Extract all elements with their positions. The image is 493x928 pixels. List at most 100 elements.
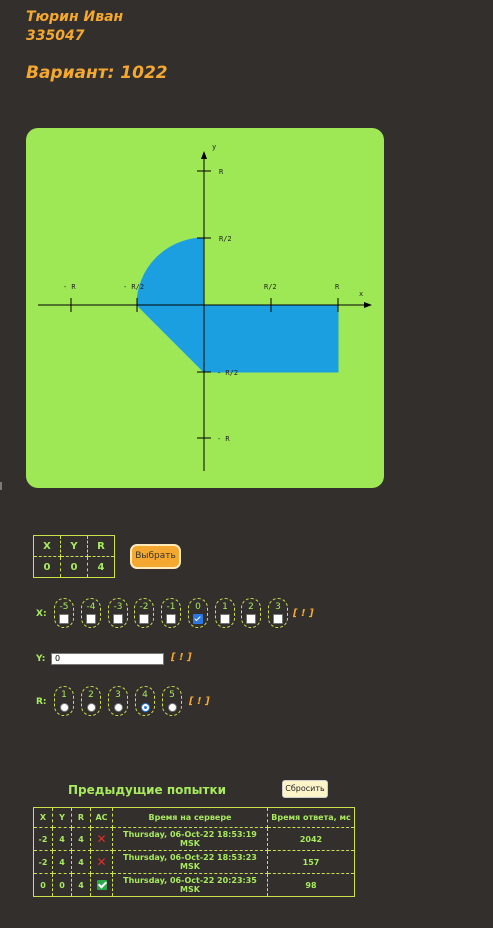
x-option[interactable]: -1	[161, 598, 181, 628]
r-radio[interactable]	[113, 703, 123, 712]
r-radio[interactable]	[140, 703, 150, 712]
r-label: R:	[36, 697, 47, 707]
x-label-neg-half-r: - R/2	[123, 283, 144, 291]
x-label-r: R	[335, 283, 340, 291]
x-option[interactable]: 1	[215, 598, 235, 628]
history-body: -2 4 4 ✕ Thursday, 06-Oct-22 18:53:19 MSK 204…	[33, 827, 355, 897]
x-option-label: 3	[275, 602, 281, 612]
x-checkbox[interactable]	[59, 614, 69, 624]
x-option-label: -4	[86, 602, 96, 612]
author-name: Тюрин Иван	[26, 9, 124, 25]
x-option-label: 2	[248, 602, 254, 612]
r-option[interactable]: 5	[162, 686, 182, 716]
history-cell-r: 4	[71, 873, 91, 897]
current-value-r: 4	[87, 556, 115, 578]
history-cell-y: 4	[52, 827, 72, 851]
history-cell-x: 0	[33, 873, 53, 897]
current-value-x: 0	[33, 556, 61, 578]
x-option-label: 1	[222, 602, 228, 612]
history-header-server-time: Время на сервере	[112, 807, 268, 828]
y-axis-arrow	[201, 151, 207, 159]
x-option-label: -5	[59, 602, 69, 612]
r-option[interactable]: 1	[54, 686, 74, 716]
history-row: -2 4 4 ✕ Thursday, 06-Oct-22 18:53:19 MSK 204…	[33, 827, 355, 851]
history-header-ac: AC	[90, 807, 113, 828]
history-cell-ac	[90, 873, 113, 897]
r-radio[interactable]	[59, 703, 69, 712]
y-axis-label: y	[212, 143, 216, 151]
r-option-label: 3	[115, 690, 121, 700]
current-value-y: 0	[60, 556, 88, 578]
current-header-y: Y	[60, 535, 88, 557]
x-option[interactable]: -2	[134, 598, 154, 628]
history-header-response-time: Время ответа, мс	[267, 807, 355, 828]
history-cell-response-time: 2042	[267, 827, 355, 851]
reset-button[interactable]: Сбросить	[282, 780, 328, 798]
r-option-label: 1	[61, 690, 67, 700]
x-checkbox[interactable]	[139, 614, 149, 624]
x-option[interactable]: -5	[54, 598, 74, 628]
r-option[interactable]: 4	[135, 686, 155, 716]
r-option-label: 4	[142, 690, 148, 700]
x-option-label: -2	[139, 602, 149, 612]
x-label: X:	[36, 609, 47, 619]
scroll-marker	[0, 482, 2, 490]
y-label: Y:	[36, 654, 46, 664]
header: Тюрин Иван 335047 Вариант: 1022	[26, 8, 168, 83]
x-checkbox[interactable]	[193, 614, 203, 624]
history-cell-server-time: Thursday, 06-Oct-22 20:23:35 MSK	[112, 873, 268, 897]
history-row: 0 0 4 Thursday, 06-Oct-22 20:23:35 MSK 98	[33, 873, 355, 897]
y-label-r: R	[219, 168, 224, 176]
graph-panel[interactable]: x y - R - R/2 R/2 R R R/2 - R/2 - R	[26, 128, 384, 488]
check-icon	[96, 880, 107, 890]
x-option[interactable]: 0	[188, 598, 208, 628]
history-cell-x: -2	[33, 850, 53, 874]
cross-icon: ✕	[96, 855, 107, 869]
r-radio[interactable]	[86, 703, 96, 712]
x-checkbox[interactable]	[166, 614, 176, 624]
r-option-label: 2	[88, 690, 94, 700]
x-checkbox[interactable]	[246, 614, 256, 624]
x-option[interactable]: 3	[268, 598, 288, 628]
history-cell-response-time: 157	[267, 850, 355, 874]
history-cell-ac: ✕	[90, 850, 113, 874]
y-label-half-r: R/2	[219, 235, 232, 243]
current-values-table: X Y R 0 0 4	[33, 535, 115, 578]
r-option[interactable]: 2	[81, 686, 101, 716]
x-option-label: -1	[166, 602, 176, 612]
history-cell-r: 4	[71, 827, 91, 851]
variant-title: Вариант: 1022	[26, 63, 168, 83]
y-label-neg-r: - R	[217, 435, 230, 443]
y-warning: [ ! ]	[171, 652, 192, 663]
x-checkbox[interactable]	[86, 614, 96, 624]
history-row: -2 4 4 ✕ Thursday, 06-Oct-22 18:53:23 MSK 157	[33, 850, 355, 874]
coordinate-plane[interactable]: x y - R - R/2 R/2 R R R/2 - R/2 - R	[26, 128, 384, 488]
history-cell-r: 4	[71, 850, 91, 874]
x-warning: [ ! ]	[293, 608, 314, 619]
cross-icon: ✕	[96, 832, 107, 846]
y-input[interactable]: 0	[51, 653, 164, 665]
r-radio[interactable]	[167, 703, 177, 712]
x-option[interactable]: -4	[81, 598, 101, 628]
select-button[interactable]: Выбрать	[130, 544, 181, 569]
x-option-label: 0	[195, 602, 201, 612]
x-checkbox[interactable]	[220, 614, 230, 624]
x-checkbox[interactable]	[113, 614, 123, 624]
history-header-y: Y	[52, 807, 72, 828]
r-warning: [ ! ]	[189, 696, 210, 707]
x-option[interactable]: 2	[241, 598, 261, 628]
history-cell-server-time: Thursday, 06-Oct-22 18:53:19 MSK	[112, 827, 268, 851]
x-checkbox[interactable]	[273, 614, 283, 624]
history-title: Предыдущие попытки	[68, 783, 227, 797]
current-header-x: X	[33, 535, 61, 557]
y-label-neg-half-r: - R/2	[217, 369, 238, 377]
history-cell-ac: ✕	[90, 827, 113, 851]
x-axis-arrow	[364, 302, 372, 308]
x-axis-label: x	[359, 290, 363, 298]
x-option[interactable]: -3	[108, 598, 128, 628]
history-cell-y: 0	[52, 873, 72, 897]
current-header-r: R	[87, 535, 115, 557]
history-header-r: R	[71, 807, 91, 828]
r-option[interactable]: 3	[108, 686, 128, 716]
history-cell-y: 4	[52, 850, 72, 874]
